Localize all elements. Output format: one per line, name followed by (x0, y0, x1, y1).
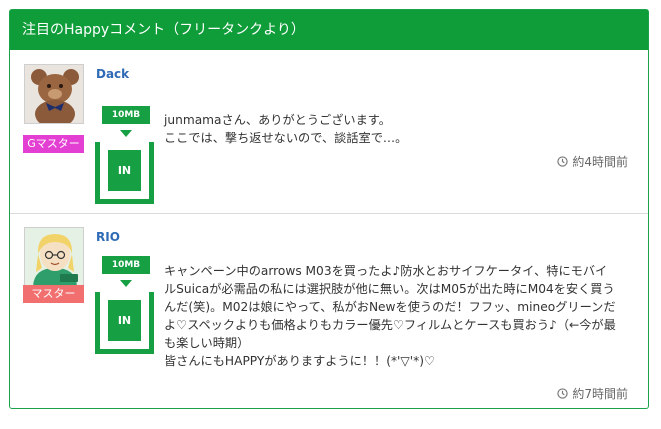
rank-badge: マスター (23, 285, 84, 303)
avatar[interactable] (24, 227, 84, 287)
arrow-down-icon (120, 130, 132, 137)
panel-title: 注目のHappyコメント（フリータンクより） (10, 10, 648, 50)
comment-item: マスター RIO 10MB IN キャンペーン中のarrows M03を買ったよ… (10, 214, 648, 408)
clock-icon (557, 156, 569, 167)
data-amount-label: 10MB (102, 256, 150, 274)
username-link[interactable]: RIO (96, 230, 120, 244)
direction-label: IN (108, 300, 141, 341)
happy-comments-panel: 注目のHappyコメント（フリータンクより） Gマスター Dack 10MB I… (9, 9, 649, 409)
comment-text[interactable]: junmamaさん、ありがとうございます。 ここでは、撃ち返せないので、談話室で… (164, 111, 619, 147)
direction-label: IN (108, 150, 141, 191)
comment-text[interactable]: キャンペーン中のarrows M03を買ったよ♪防水とおサイフケータイ、特にモバ… (164, 262, 619, 370)
timestamp: 約7時間前 (557, 385, 628, 402)
comment-item: Gマスター Dack 10MB IN junmamaさん、ありがとうございます。… (10, 51, 648, 214)
time-text: 約4時間前 (572, 155, 628, 169)
rank-badge: Gマスター (23, 135, 84, 153)
timestamp: 約4時間前 (557, 153, 628, 170)
tank-in-icon: IN (95, 142, 154, 204)
data-amount-label: 10MB (102, 106, 150, 124)
avatar[interactable] (24, 64, 84, 124)
clock-icon (557, 388, 569, 399)
arrow-down-icon (120, 280, 132, 287)
teddy-bear-avatar-image (25, 65, 83, 123)
username-link[interactable]: Dack (96, 67, 129, 81)
character-avatar-image (25, 228, 83, 286)
tank-in-icon: IN (95, 292, 154, 354)
time-text: 約7時間前 (572, 387, 628, 401)
